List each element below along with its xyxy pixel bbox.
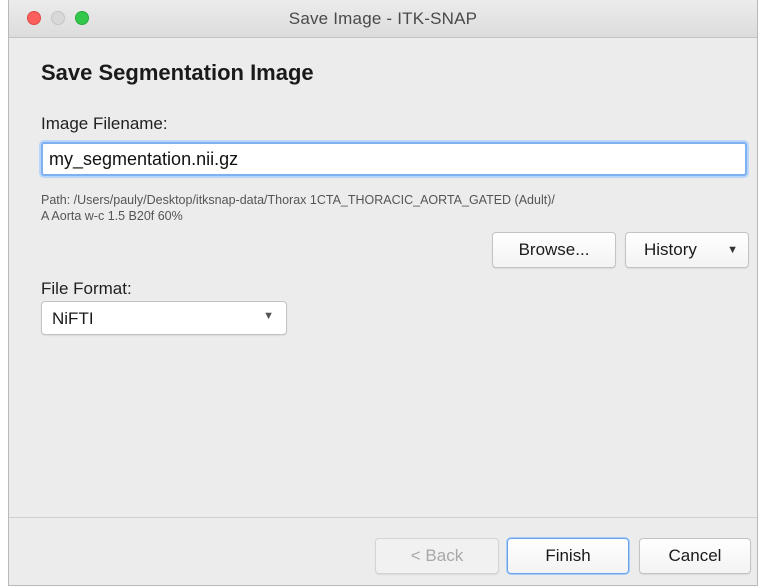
window-title: Save Image - ITK-SNAP [288,9,478,28]
chevron-down-icon: ▼ [727,244,738,256]
finish-button[interactable]: Finish [507,538,629,574]
title-bar: Save Image - ITK-SNAP [9,0,757,38]
file-path-line-2: A Aorta w-c 1.5 B20f 60% [41,209,183,223]
image-filename-label: Image Filename: [41,114,168,133]
file-format-select[interactable]: NiFTI ▼ [41,301,287,335]
history-dropdown-button[interactable]: History ▼ [625,232,749,268]
save-image-window: Save Image - ITK-SNAP Save Segmentation … [8,0,758,586]
footer-divider [9,517,757,518]
browse-button[interactable]: Browse... [492,232,616,268]
file-path-text: Path: /Users/pauly/Desktop/itksnap-data/… [41,192,741,224]
history-button-label: History [644,240,697,259]
dialog-heading: Save Segmentation Image [41,60,314,85]
file-format-value: NiFTI [52,309,94,328]
file-path-line-1: Path: /Users/pauly/Desktop/itksnap-data/… [41,193,555,207]
image-filename-input[interactable] [41,142,747,176]
file-format-label: File Format: [41,279,132,298]
chevron-down-icon: ▼ [263,310,274,322]
cancel-button[interactable]: Cancel [639,538,751,574]
back-button[interactable]: < Back [375,538,499,574]
